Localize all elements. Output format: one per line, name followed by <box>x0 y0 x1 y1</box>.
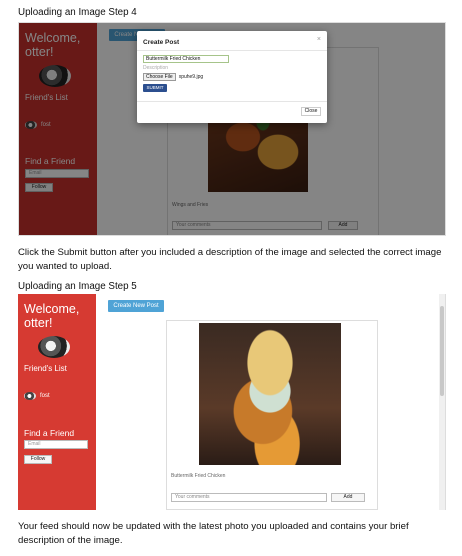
file-picker: Choose File xpuhe9.jpg <box>143 73 203 81</box>
create-post-button[interactable]: Create New Post <box>108 300 164 312</box>
scrollbar[interactable] <box>439 294 445 510</box>
create-post-modal: Create Post × Buttermilk Fried Chicken D… <box>137 31 327 123</box>
step5-screenshot: Welcome, otter! Friend's List fost Find … <box>18 294 446 510</box>
sidebar: Welcome, otter! Friend's List fost Find … <box>18 294 96 510</box>
close-button[interactable]: Close <box>301 107 321 116</box>
friend-name: fost <box>40 393 50 399</box>
modal-divider <box>137 101 327 102</box>
choose-file-button[interactable]: Choose File <box>143 73 176 81</box>
submit-button[interactable]: SUBMIT <box>143 84 167 92</box>
post-card: Buttermilk Fried Chicken Your comments A… <box>166 320 378 510</box>
post-title-input[interactable]: Buttermilk Fried Chicken <box>143 55 229 63</box>
instruction-step5: Your feed should now be updated with the… <box>18 521 409 546</box>
instruction-step4: Click the Submit button after you includ… <box>18 247 442 272</box>
follow-button[interactable]: Follow <box>24 455 52 464</box>
friends-list-title: Friend's List <box>24 364 67 373</box>
friend-item[interactable]: fost <box>24 392 50 400</box>
post-image <box>199 323 341 465</box>
comment-input[interactable]: Your comments <box>171 493 327 502</box>
friend-avatar <box>24 392 36 400</box>
find-friend-title: Find a Friend <box>24 428 75 438</box>
post-caption: Buttermilk Fried Chicken <box>171 473 226 479</box>
description-field[interactable]: Description <box>143 65 168 71</box>
add-comment-button[interactable]: Add <box>331 493 365 502</box>
selected-file-name: xpuhe9.jpg <box>178 74 204 80</box>
scrollbar-thumb[interactable] <box>440 306 444 396</box>
modal-divider <box>137 50 327 51</box>
step5-heading: Uploading an Image Step 5 <box>18 281 137 292</box>
step4-heading: Uploading an Image Step 4 <box>18 7 137 18</box>
close-icon[interactable]: × <box>317 36 321 43</box>
step4-screenshot: Welcome, otter! Friend's List fost Find … <box>18 22 446 236</box>
user-avatar <box>38 336 70 358</box>
email-input[interactable]: Email <box>24 440 88 449</box>
modal-title: Create Post <box>143 39 180 46</box>
welcome-text: Welcome, otter! <box>24 302 80 330</box>
